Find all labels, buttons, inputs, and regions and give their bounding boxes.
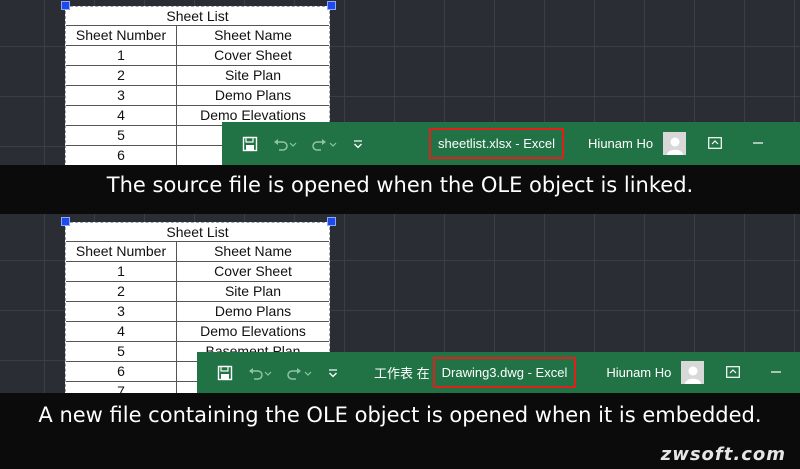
user-avatar-icon[interactable]: [663, 132, 687, 155]
customize-quick-access-icon[interactable]: [352, 138, 364, 150]
sheet-number-cell: 1: [66, 262, 177, 281]
sheet-number-cell: 3: [66, 86, 177, 105]
customize-quick-access-icon[interactable]: [327, 367, 339, 379]
quick-access-toolbar: [217, 365, 339, 381]
table-header-row: Sheet Number Sheet Name: [66, 242, 329, 262]
caption-text: A new file containing the OLE object is …: [38, 403, 762, 427]
sheet-number-cell: 6: [66, 146, 177, 165]
undo-icon[interactable]: [272, 137, 298, 151]
table-header-row: Sheet Number Sheet Name: [66, 26, 329, 46]
sheet-number-cell: 2: [66, 66, 177, 85]
sheet-number-cell: 5: [66, 342, 177, 361]
redo-icon[interactable]: [312, 137, 338, 151]
sheet-name-cell: Demo Plans: [214, 303, 292, 319]
quick-access-toolbar: [242, 136, 364, 152]
selection-grip[interactable]: [61, 217, 70, 226]
sheet-name-cell: Demo Elevations: [200, 323, 306, 339]
selection-grip[interactable]: [327, 217, 336, 226]
excel-window-title: sheetlist.xlsx - Excel: [429, 128, 565, 159]
user-avatar-icon[interactable]: [681, 361, 705, 384]
column-header: Sheet Name: [214, 27, 292, 43]
redo-icon[interactable]: [287, 366, 313, 380]
sheet-name-cell: Cover Sheet: [214, 263, 292, 279]
table-row: 4 Demo Elevations: [66, 322, 329, 342]
sheet-number-cell: 5: [66, 126, 177, 145]
sheet-name-cell: Demo Plans: [214, 87, 292, 103]
column-header: Sheet Number: [66, 26, 177, 45]
table-row: 1 Cover Sheet: [66, 46, 329, 66]
sheet-number-cell: 1: [66, 46, 177, 65]
caption-linked: The source file is opened when the OLE o…: [0, 165, 800, 214]
table-row: 3 Demo Plans: [66, 86, 329, 106]
sheet-number-cell: 4: [66, 106, 177, 125]
sheet-number-cell: 4: [66, 322, 177, 341]
sheet-name-cell: Cover Sheet: [214, 47, 292, 63]
ribbon-display-options-icon[interactable]: [726, 365, 741, 381]
column-header: Sheet Number: [66, 242, 177, 261]
table-title: Sheet List: [66, 223, 329, 242]
ribbon-display-options-icon[interactable]: [708, 136, 722, 152]
user-name[interactable]: Hiunam Ho: [588, 136, 653, 151]
table-title: Sheet List: [66, 7, 329, 26]
excel-window-title: Drawing3.dwg - Excel: [432, 357, 577, 388]
sheet-number-cell: 3: [66, 302, 177, 321]
caption-embedded: A new file containing the OLE object is …: [0, 393, 800, 469]
minimize-icon[interactable]: [770, 365, 782, 381]
sheet-number-cell: 7: [66, 382, 177, 393]
undo-icon[interactable]: [247, 366, 273, 380]
table-row: 1 Cover Sheet: [66, 262, 329, 282]
user-name[interactable]: Hiunam Ho: [606, 365, 671, 380]
sheet-name-cell: Site Plan: [224, 67, 282, 83]
excel-title-bar: sheetlist.xlsx - Excel Hiunam Ho: [222, 122, 800, 165]
table-row: 2 Site Plan: [66, 282, 329, 302]
minimize-icon[interactable]: [752, 136, 764, 152]
sheet-name-cell: Site Plan: [224, 283, 282, 299]
watermark: zwsoft.com: [660, 444, 786, 465]
table-row: 2 Site Plan: [66, 66, 329, 86]
worksheet-prefix: 工作表 在: [374, 366, 430, 381]
sheet-number-cell: 2: [66, 282, 177, 301]
selection-grip[interactable]: [61, 1, 70, 10]
excel-title-bar: 工作表 在 Drawing3.dwg - Excel Hiunam Ho: [197, 352, 800, 393]
selection-grip[interactable]: [327, 1, 336, 10]
save-icon[interactable]: [242, 136, 258, 152]
sheet-number-cell: 6: [66, 362, 177, 381]
caption-text: The source file is opened when the OLE o…: [106, 173, 694, 197]
save-icon[interactable]: [217, 365, 233, 381]
table-row: 3 Demo Plans: [66, 302, 329, 322]
column-header: Sheet Name: [214, 243, 292, 259]
